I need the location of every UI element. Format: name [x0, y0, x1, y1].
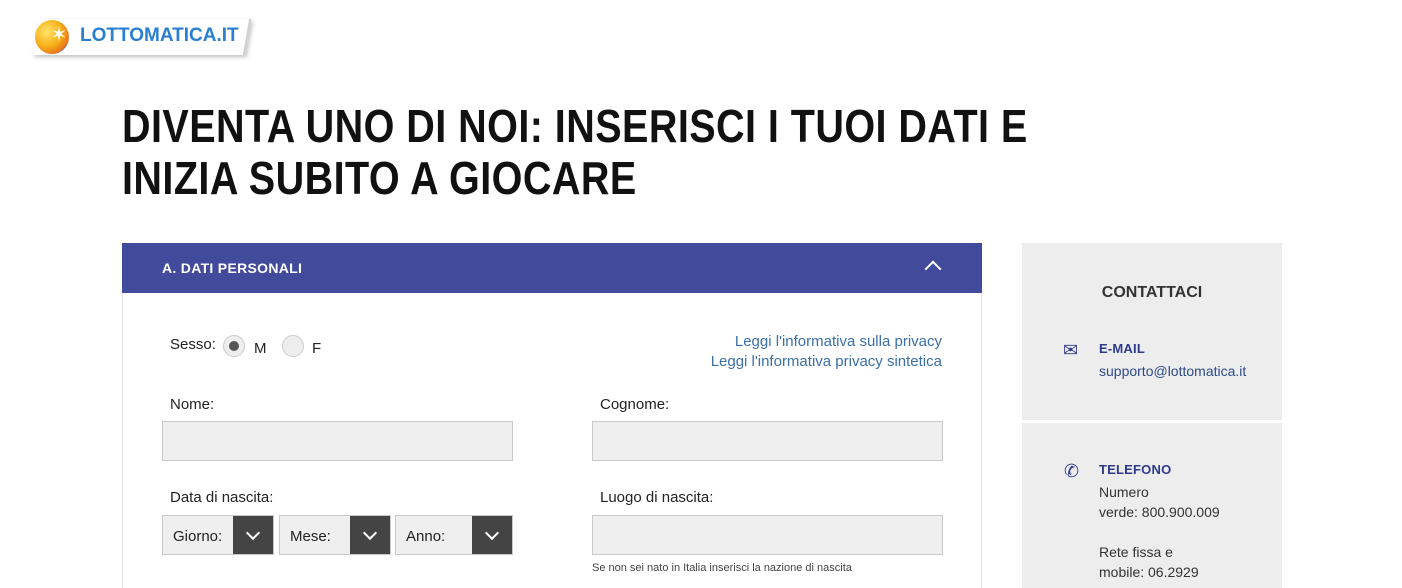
day-select-label: Giorno: — [173, 528, 223, 545]
sex-radio-m[interactable] — [223, 335, 245, 357]
cognome-input[interactable] — [592, 421, 943, 461]
page-title: DIVENTA UNO DI NOI: INSERISCI I TUOI DAT… — [122, 100, 1028, 204]
year-select-label: Anno: — [406, 528, 446, 545]
chevron-up-icon[interactable] — [924, 260, 942, 278]
sex-label: Sesso: — [170, 336, 216, 353]
privacy-short-link[interactable]: Leggi l'informativa privacy sintetica — [711, 353, 942, 370]
birthplace-hint: Se non sei nato in Italia inserisci la n… — [592, 562, 852, 574]
year-select[interactable]: Anno: — [395, 515, 513, 555]
chevron-down-icon[interactable] — [350, 516, 390, 554]
phone-icon: ✆ — [1064, 461, 1080, 481]
cognome-label: Cognome: — [600, 396, 670, 413]
phone-line-3: Rete fissa e — [1099, 544, 1173, 560]
phone-line-1: Numero — [1099, 484, 1149, 500]
email-link[interactable]: supporto@lottomatica.it — [1099, 363, 1246, 379]
email-heading: E-MAIL — [1099, 341, 1145, 356]
contact-email-card: CONTATTACI ✉ E-MAIL supporto@lottomatica… — [1022, 243, 1282, 420]
sex-option-m-label: M — [254, 340, 267, 357]
phone-line-2: verde: 800.900.009 — [1099, 504, 1220, 520]
section-header-dati-personali[interactable]: A. DATI PERSONALI — [122, 243, 982, 293]
chevron-down-icon[interactable] — [233, 516, 273, 554]
lottomatica-logo[interactable]: ✶ LOTTOMATICA.IT — [32, 17, 254, 57]
section-title: A. DATI PERSONALI — [162, 260, 303, 276]
contact-title: CONTATTACI — [1101, 284, 1203, 301]
phone-line-4: mobile: 06.2929 — [1099, 564, 1199, 580]
birthplace-label: Luogo di nascita: — [600, 489, 714, 506]
month-select[interactable]: Mese: — [279, 515, 391, 555]
nome-input[interactable] — [162, 421, 513, 461]
envelope-icon: ✉ — [1063, 340, 1079, 360]
day-select[interactable]: Giorno: — [162, 515, 274, 555]
birthdate-label: Data di nascita: — [170, 489, 274, 506]
month-select-label: Mese: — [290, 528, 331, 545]
privacy-link[interactable]: Leggi l'informativa sulla privacy — [735, 333, 942, 350]
sex-radio-f[interactable] — [282, 335, 304, 357]
sex-option-f-label: F — [312, 340, 322, 357]
phone-heading: TELEFONO — [1099, 462, 1172, 477]
contact-phone-card: ✆ TELEFONO Numero verde: 800.900.009 Ret… — [1022, 423, 1282, 588]
logo-star-icon: ✶ — [50, 24, 68, 46]
nome-label: Nome: — [170, 396, 215, 413]
chevron-down-icon[interactable] — [472, 516, 512, 554]
personal-data-panel: A. DATI PERSONALI Sesso: M F Leggi l'inf… — [122, 243, 982, 588]
logo-text: LOTTOMATICA.IT — [80, 25, 239, 46]
birthplace-input[interactable] — [592, 515, 943, 555]
